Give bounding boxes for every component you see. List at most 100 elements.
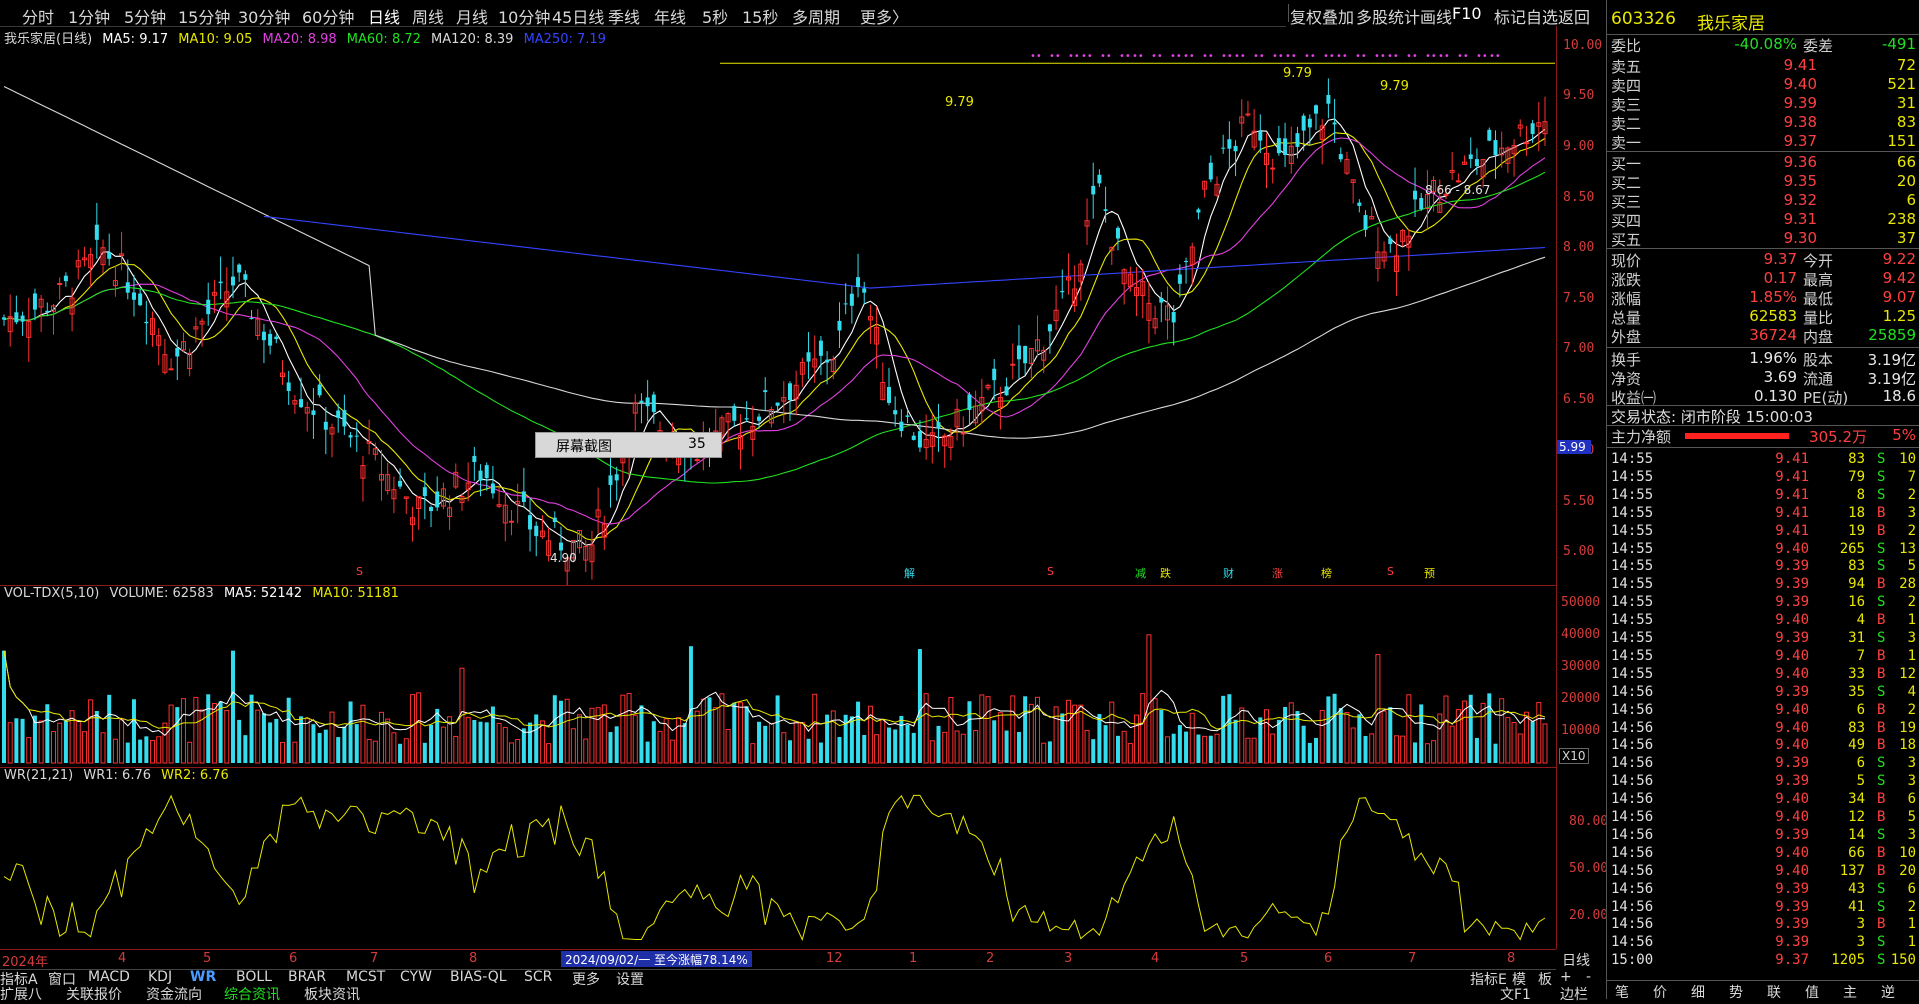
event-marker[interactable]: 榜 [1321, 565, 1332, 581]
indicator-tab-4[interactable]: WR [190, 969, 216, 985]
period-14[interactable]: 15秒 [742, 4, 778, 28]
event-marker[interactable]: 预 [1424, 565, 1435, 581]
event-marker[interactable]: S [1047, 565, 1054, 578]
quote-tab-6[interactable]: 主 [1843, 982, 1857, 1002]
indicator-tab-2[interactable]: MACD [88, 969, 130, 985]
event-marker[interactable]: 减 [1135, 565, 1146, 581]
period-5[interactable]: 60分钟 [302, 4, 354, 28]
time-axis-period[interactable]: 日线 [1562, 950, 1590, 970]
volume-bar [558, 700, 563, 763]
wr-svg[interactable] [0, 767, 1556, 949]
indicator-tab-7[interactable]: MCST [346, 969, 385, 985]
tick-row: 14:56 9.39 14 S 3 [1607, 827, 1919, 845]
toolbar-4[interactable]: 画线 [1420, 4, 1452, 28]
tick-volume: 18 [1848, 504, 1865, 521]
info-tab-4[interactable]: 板块资讯 [304, 984, 360, 1004]
volume-bar [539, 720, 545, 764]
indicator-tab-5[interactable]: BOLL [236, 969, 272, 985]
volume-bar [81, 731, 87, 764]
quote-tab-0[interactable]: 笔 [1615, 982, 1629, 1002]
period-1[interactable]: 1分钟 [68, 4, 110, 28]
period-0[interactable]: 分时 [22, 4, 54, 28]
event-marker[interactable]: 跌 [1160, 565, 1171, 581]
candle-body [249, 318, 254, 320]
kline-chart-area[interactable]: 我乐家居(日线) MA5: 9.17 MA10: 9.05 MA20: 8.98… [0, 26, 1556, 586]
tick-time: 14:55 [1611, 540, 1654, 557]
event-marker[interactable]: S [1387, 565, 1394, 578]
indicator-tab-9[interactable]: BIAS-QL [450, 969, 507, 985]
indicator-right-4[interactable]: - [1586, 969, 1591, 985]
period-11[interactable]: 季线 [608, 4, 640, 28]
volume-chart-area[interactable]: VOL-TDX(5,10) VOLUME: 62583 MA5: 52142 M… [0, 585, 1556, 768]
volume-bar [1152, 698, 1158, 764]
toolbar-7[interactable]: 自选 [1526, 4, 1558, 28]
toolbar-0[interactable]: 复权 [1290, 4, 1322, 28]
quote-tab-3[interactable]: 势 [1729, 982, 1743, 1002]
toolbar-2[interactable]: 多股 [1356, 4, 1388, 28]
tick-count: 3 [1907, 773, 1916, 790]
indicator-tab-3[interactable]: KDJ [148, 969, 172, 985]
event-marker[interactable]: 涨 [1272, 565, 1283, 581]
period-12[interactable]: 年线 [654, 4, 686, 28]
info-right-1[interactable]: 边栏 [1560, 984, 1588, 1004]
toolbar-6[interactable]: 标记 [1494, 4, 1526, 28]
info-tab-3[interactable]: 综合资讯 [224, 984, 280, 1004]
period-6[interactable]: 日线 [368, 4, 400, 28]
indicator-tab-6[interactable]: BRAR [288, 969, 326, 985]
main-flow-label: 主力净额 [1611, 428, 1672, 446]
volume-svg[interactable] [0, 585, 1556, 767]
indicator-tabs: 指标A 窗口 MACD KDJ WR BOLL BRAR MCST CYW BIAS-QL SCR 更… [0, 969, 1606, 988]
volume-bar [1449, 725, 1455, 764]
tick-time: 14:56 [1611, 862, 1654, 879]
info-tab-1[interactable]: 关联报价 [66, 984, 122, 1004]
period-7[interactable]: 周线 [412, 4, 444, 28]
period-16[interactable]: 更多〉 [860, 4, 908, 28]
info-tab-2[interactable]: 资金流向 [146, 984, 202, 1004]
volume-bar [651, 721, 656, 763]
period-9[interactable]: 10分钟 [498, 4, 550, 28]
tick-time: 14:56 [1611, 934, 1654, 951]
volume-bar [626, 692, 632, 764]
wr-chart-area[interactable]: WR(21,21) WR1: 6.76 WR2: 6.76 [0, 767, 1556, 950]
candle-body [268, 333, 273, 346]
indicator-right-3[interactable]: + [1560, 969, 1572, 985]
tick-volume: 8 [1856, 486, 1865, 503]
kline-svg[interactable]: •• •• •• •• •• •• •• •• •• •• •• •• •• •• •• •• •• •• •• ••… [0, 26, 1556, 585]
period-13[interactable]: 5秒 [702, 4, 728, 28]
quote-tab-5[interactable]: 值 [1805, 982, 1819, 1002]
toolbar-5[interactable]: F10 [1452, 4, 1482, 23]
period-4[interactable]: 30分钟 [238, 4, 290, 28]
candle-body [1245, 113, 1251, 116]
toolbar-8[interactable]: 返回 [1558, 4, 1590, 28]
toolbar-3[interactable]: 统计 [1388, 4, 1420, 28]
tick-row: 14:56 9.39 3 B 1 [1607, 916, 1919, 934]
candle-body [936, 422, 941, 429]
period-2[interactable]: 5分钟 [124, 4, 166, 28]
volume-bar [1177, 725, 1182, 763]
book-row: 卖一 9.37 151 [1607, 132, 1919, 152]
screenshot-popup[interactable]: 屏幕截图 35 [535, 432, 722, 458]
info-right-0[interactable]: 文F1 [1500, 984, 1531, 1004]
quote-tab-1[interactable]: 价 [1653, 982, 1667, 1002]
indicator-tab-8[interactable]: CYW [400, 969, 432, 985]
quote-tab-4[interactable]: 联 [1767, 982, 1781, 1002]
tick-count: 2 [1907, 701, 1916, 718]
volume-bar [1499, 698, 1505, 764]
tick-direction: B [1877, 612, 1886, 629]
quote-tab-7[interactable]: 逆 [1881, 982, 1895, 1002]
event-marker[interactable]: 解 [904, 565, 915, 581]
event-marker[interactable]: S [356, 565, 363, 578]
event-marker[interactable]: 财 [1223, 565, 1234, 581]
info-tab-0[interactable]: 扩展八 [0, 984, 42, 1004]
period-8[interactable]: 月线 [456, 4, 488, 28]
volume-bar [156, 736, 162, 764]
quote-tab-2[interactable]: 细 [1691, 982, 1705, 1002]
indicator-tab-10[interactable]: SCR [524, 969, 552, 985]
stat2-value: 1.96% [1749, 349, 1797, 367]
period-10[interactable]: 45日线 [552, 4, 604, 28]
volume-unit: X10 [1559, 748, 1589, 764]
period-15[interactable]: 多周期 [792, 4, 840, 28]
period-3[interactable]: 15分钟 [178, 4, 230, 28]
tick-direction: S [1877, 451, 1886, 467]
toolbar-1[interactable]: 叠加 [1322, 4, 1354, 28]
